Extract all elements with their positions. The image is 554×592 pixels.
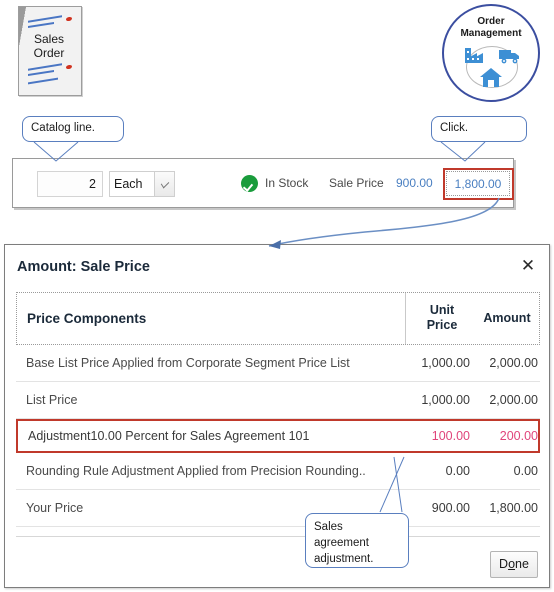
callout-sales-agreement-text: Sales agreement adjustment. [314,521,374,565]
table-header-row: Price Components Unit Price Amount [16,292,540,345]
table-row: Rounding Rule Adjustment Applied from Pr… [16,453,540,490]
done-label-suffix: ne [515,557,529,571]
row-price-component: Rounding Rule Adjustment Applied from Pr… [26,464,366,478]
connector-arrow [268,197,500,249]
check-circle-icon [241,175,258,192]
column-header-unit-price-line1: Unit [429,303,455,317]
illustration-band: Sales Order Order Management [0,0,554,108]
price-components-table: Price Components Unit Price Amount Base … [16,292,540,537]
callout-click: Click. [431,116,527,142]
sales-order-label-line2: Order [33,46,65,60]
column-header-amount: Amount [483,311,531,325]
table-row-highlighted: Adjustment10.00 Percent for Sales Agreem… [16,419,540,453]
row-price-component: Adjustment10.00 Percent for Sales Agreem… [28,429,310,443]
column-header-price-components: Price Components [27,311,147,326]
callout-click-text: Click. [440,122,469,134]
uom-input[interactable]: Each [109,171,155,197]
uom-dropdown-button[interactable] [154,171,175,197]
row-amount: 0.00 [513,464,538,478]
row-price-component: Your Price [26,501,84,515]
dialog-title: Amount: Sale Price [17,259,150,275]
header-column-divider [405,293,406,344]
column-header-unit-price: Unit Price [409,303,475,333]
column-header-unit-price-line2: Price [426,318,458,332]
sale-price-value[interactable]: 900.00 [396,176,433,190]
chevron-down-icon [160,178,170,189]
row-price-component: List Price [26,393,78,407]
done-label-prefix: D [499,557,509,571]
callout-catalog-line-tail [33,141,79,162]
callout-sales-agreement-tail [379,456,405,513]
order-management-badge: Order Management [442,4,540,102]
row-amount: 2,000.00 [489,393,538,407]
callout-click-tail [440,141,486,162]
row-unit-price: 1,000.00 [421,356,470,370]
row-unit-price: 100.00 [431,429,470,443]
sales-order-label: Sales Order [18,32,80,60]
table-bottom-divider [16,536,540,537]
quantity-input[interactable]: 2 [37,171,103,197]
row-amount: 1,800.00 [489,501,538,515]
callout-catalog-line-text: Catalog line. [31,122,95,134]
table-row: Your Price 900.00 1,800.00 [16,490,540,527]
order-management-title: Order Management [444,16,538,40]
table-row: List Price 1,000.00 2,000.00 [16,382,540,419]
availability-status: In Stock [265,176,309,190]
close-icon[interactable]: ✕ [517,255,539,277]
row-unit-price: 1,000.00 [421,393,470,407]
table-row: Base List Price Applied from Corporate S… [16,345,540,382]
house-icon [480,68,502,87]
row-amount: 2,000.00 [489,356,538,370]
om-title-line2: Management [460,28,522,39]
sales-order-label-line1: Sales [33,32,65,46]
callout-sales-agreement: Sales agreement adjustment. [305,513,409,568]
amount-sale-price-dialog: Amount: Sale Price ✕ Price Components Un… [4,244,550,588]
sales-order-document-icon: Sales Order [18,6,82,96]
done-label-mnemonic: o [508,557,516,571]
callout-catalog-line: Catalog line. [22,116,124,142]
done-button[interactable]: Done [490,551,538,578]
row-price-component: Base List Price Applied from Corporate S… [26,356,350,370]
factory-icon [464,46,484,64]
row-amount: 200.00 [499,429,538,443]
sale-price-label: Sale Price [329,176,384,190]
om-title-line1: Order [477,16,505,27]
truck-icon [499,48,521,64]
